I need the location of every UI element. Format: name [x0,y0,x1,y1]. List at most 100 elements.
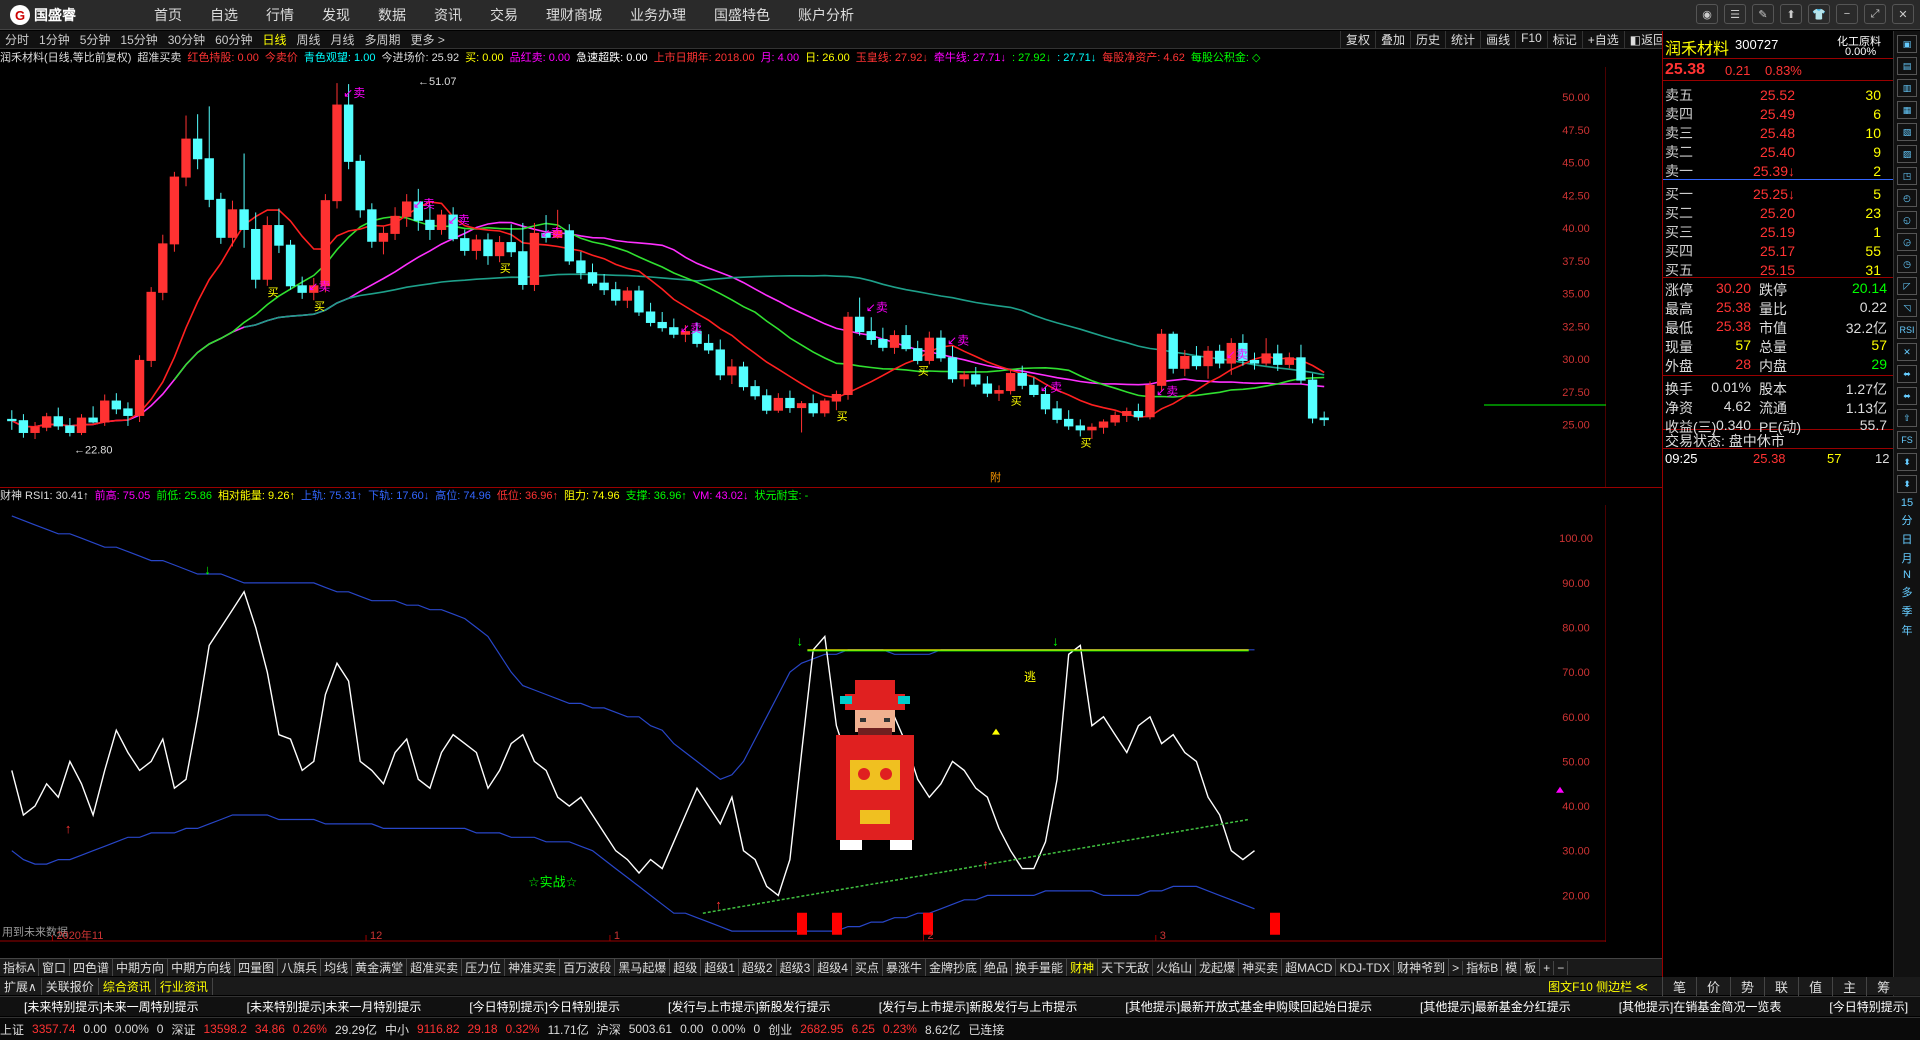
side-period-6[interactable]: 季 [1894,603,1920,619]
quote-tab-1[interactable]: 价 [1696,976,1730,996]
quote-tab-4[interactable]: 值 [1798,976,1832,996]
period-tab-1[interactable]: 1分钟 [34,31,75,48]
side-tool-icon-7[interactable]: ◴ [1897,189,1917,207]
side-tool-icon-18[interactable]: FS [1897,431,1917,449]
indicator-tab-31[interactable]: 财神爷到 [1394,959,1450,976]
side-tool-icon-8[interactable]: ◵ [1897,211,1917,229]
menu-item-4[interactable]: 数据 [364,0,420,30]
side-tool-icon-19[interactable]: ⬍ [1897,453,1917,471]
period-tab-6[interactable]: 日线 [257,31,291,48]
side-period-1[interactable]: 分 [1894,512,1920,528]
indicator-tab-34[interactable]: 模 [1502,959,1522,976]
indicator-tab-15[interactable]: 超级1 [701,959,739,976]
menu-item-5[interactable]: 资讯 [420,0,476,30]
indicator-tab-19[interactable]: 买点 [852,959,883,976]
window-control-icon-5[interactable]: − [1836,4,1858,24]
period-tab-10[interactable]: 更多 > [406,31,450,48]
side-period-2[interactable]: 日 [1894,531,1920,547]
indicator-tab-26[interactable]: 火焰山 [1153,959,1197,976]
indicator-tab-33[interactable]: 指标B [1463,959,1503,976]
indicator-tab-9[interactable]: 超准买卖 [407,959,463,976]
side-tool-icon-5[interactable]: ▨ [1897,145,1917,163]
app-logo[interactable]: G 国盛睿 [10,4,76,26]
indicator-tab-14[interactable]: 超级 [670,959,702,976]
indicator-tab-8[interactable]: 黄金满堂 [352,959,408,976]
period-tab-5[interactable]: 60分钟 [210,31,257,48]
ticker-item[interactable]: [其他提示]在销基金简况一览表 [1595,998,1806,1015]
indicator-tab-23[interactable]: 换手量能 [1012,959,1068,976]
side-period-7[interactable]: 年 [1894,622,1920,638]
side-tool-icon-15[interactable]: ⬌ [1897,365,1917,383]
side-period-3[interactable]: 月 [1894,550,1920,566]
indicator-tab-11[interactable]: 神准买卖 [505,959,561,976]
side-tool-icon-0[interactable]: ▣ [1897,35,1917,53]
chart-tool-0[interactable]: 复权 [1340,31,1375,49]
menu-item-6[interactable]: 交易 [476,0,532,30]
chart-tool-5[interactable]: F10 [1515,31,1547,49]
side-tool-icon-17[interactable]: ⇧ [1897,409,1917,427]
bottom-tab-2[interactable]: 综合资讯 [99,977,156,995]
side-tool-icon-12[interactable]: ◹ [1897,299,1917,317]
f10-sidebar-tab[interactable]: 图文F10 侧边栏 ≪ [1544,978,1652,995]
ticker-item[interactable]: [今日特别提示] [1805,998,1920,1015]
menu-item-0[interactable]: 首页 [140,0,196,30]
ticker-item[interactable]: [其他提示]最新基金分红提示 [1396,998,1595,1015]
window-control-icon-2[interactable]: ✎ [1752,4,1774,24]
indicator-tab-29[interactable]: 超MACD [1282,959,1337,976]
indicator-tab-28[interactable]: 神买卖 [1239,959,1283,976]
side-tool-icon-4[interactable]: ▧ [1897,123,1917,141]
side-tool-icon-10[interactable]: ◷ [1897,255,1917,273]
side-tool-icon-16[interactable]: ⬌ [1897,387,1917,405]
side-tool-icon-14[interactable]: ✕ [1897,343,1917,361]
ticker-item[interactable]: [今日特别提示]今日特别提示 [445,998,644,1015]
indicator-tab-25[interactable]: 天下无敌 [1098,959,1154,976]
period-tab-0[interactable]: 分时 [0,31,34,48]
side-tool-icon-9[interactable]: ◶ [1897,233,1917,251]
indicator-tab-27[interactable]: 龙起爆 [1196,959,1240,976]
menu-item-10[interactable]: 账户分析 [784,0,868,30]
ticker-item[interactable]: [未来特别提示]未来一月特别提示 [223,998,446,1015]
period-tab-3[interactable]: 15分钟 [115,31,162,48]
indicator-tab-36[interactable]: + [1540,960,1555,975]
indicator-tab-0[interactable]: 指标A [0,959,40,976]
candlestick-chart[interactable]: 50.00 47.50 45.00 42.50 40.00 37.50 35.00 32.50… [0,67,1606,487]
period-tab-2[interactable]: 5分钟 [75,31,116,48]
menu-item-1[interactable]: 自选 [196,0,252,30]
indicator-tab-32[interactable]: > [1449,960,1464,975]
indicator-tab-6[interactable]: 八旗兵 [278,959,322,976]
indicator-tab-12[interactable]: 百万波段 [560,959,616,976]
indicator-tab-1[interactable]: 窗口 [39,959,71,976]
indicator-tab-4[interactable]: 中期方向线 [168,959,236,976]
menu-item-9[interactable]: 国盛特色 [700,0,784,30]
window-control-icon-4[interactable]: 👕 [1808,4,1830,24]
quote-tab-6[interactable]: 筹 [1866,976,1900,996]
indicator-tab-7[interactable]: 均线 [321,959,353,976]
menu-item-7[interactable]: 理财商城 [532,0,616,30]
indicator-tab-37[interactable]: − [1554,960,1569,975]
ticker-item[interactable]: [其他提示]最新开放式基金申购赎回起始日提示 [1101,998,1396,1015]
period-tab-4[interactable]: 30分钟 [163,31,210,48]
period-tab-9[interactable]: 多周期 [360,31,406,48]
chart-tool-3[interactable]: 统计 [1445,31,1480,49]
side-tool-icon-13[interactable]: RSI [1897,321,1917,339]
quote-tab-2[interactable]: 势 [1730,976,1764,996]
rsi-indicator-chart[interactable]: 100.00 90.00 80.00 70.00 60.00 50.00 40.00 30.0… [0,505,1606,942]
window-control-icon-7[interactable]: ✕ [1892,4,1914,24]
chart-tool-1[interactable]: 叠加 [1375,31,1410,49]
indicator-tab-18[interactable]: 超级4 [814,959,852,976]
indicator-tab-16[interactable]: 超级2 [739,959,777,976]
indicator-tab-24[interactable]: 财神 [1067,959,1099,976]
side-tool-icon-1[interactable]: ▤ [1897,57,1917,75]
side-period-4[interactable]: N [1894,569,1920,581]
period-tab-7[interactable]: 周线 [291,31,325,48]
side-tool-icon-11[interactable]: ◸ [1897,277,1917,295]
quote-tab-3[interactable]: 联 [1764,976,1798,996]
side-tool-icon-3[interactable]: ▦ [1897,101,1917,119]
bottom-tab-0[interactable]: 扩展∧ [0,977,42,995]
period-tab-8[interactable]: 月线 [326,31,360,48]
menu-item-8[interactable]: 业务办理 [616,0,700,30]
ticker-item[interactable]: [发行与上市提示]新股发行与上市提示 [855,998,1102,1015]
indicator-tab-20[interactable]: 暴涨牛 [883,959,927,976]
bottom-tab-3[interactable]: 行业资讯 [156,977,213,995]
menu-item-2[interactable]: 行情 [252,0,308,30]
